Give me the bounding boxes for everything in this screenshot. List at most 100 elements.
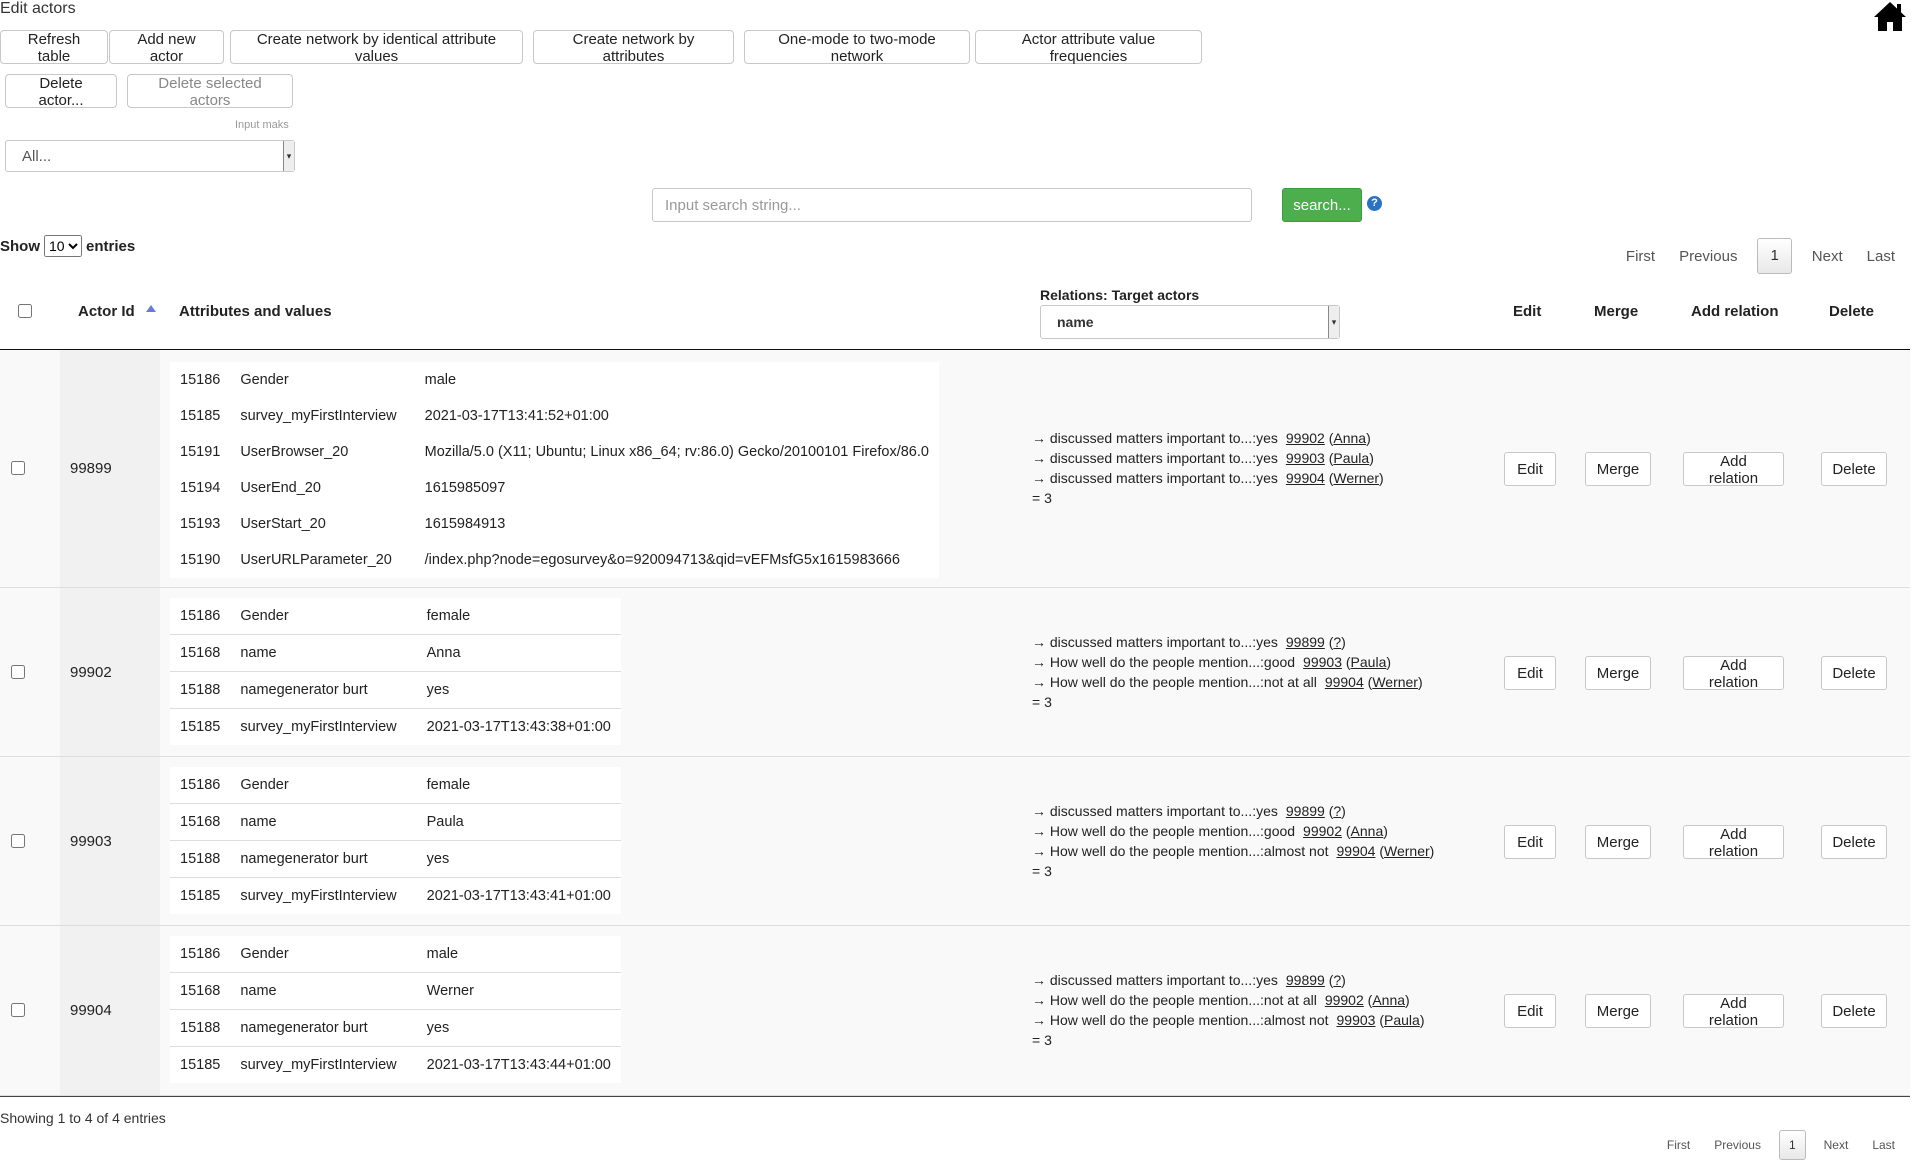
- pager-last[interactable]: Last: [1855, 248, 1907, 265]
- delete-button[interactable]: Delete: [1821, 825, 1887, 859]
- relation-target-id[interactable]: 99899: [1286, 803, 1325, 819]
- relation-target-name[interactable]: Werner: [1333, 470, 1379, 486]
- one-to-two-mode-button[interactable]: One-mode to two-mode network: [744, 30, 970, 65]
- relation-target-name[interactable]: Anna: [1351, 823, 1384, 839]
- edit-button[interactable]: Edit: [1504, 825, 1556, 859]
- attribute-table: 15186 Gender male 15168 name Werner 15188 nameg…: [170, 936, 621, 1083]
- add-relation-button[interactable]: Add relation: [1683, 994, 1784, 1029]
- delete-button[interactable]: Delete: [1821, 452, 1887, 486]
- header-add-relation: Add relation: [1691, 303, 1779, 320]
- attribute-name: Gender: [240, 372, 289, 388]
- row-select-checkbox[interactable]: [11, 665, 25, 679]
- attribute-id: 15185: [180, 408, 221, 424]
- table-row: 99899 15186 Gender male 15185 survey_myFirstI…: [0, 350, 1910, 588]
- pager-previous[interactable]: Previous: [1702, 1138, 1773, 1152]
- entries-per-page-select[interactable]: 10: [44, 235, 82, 257]
- relation-target-id[interactable]: 99904: [1325, 674, 1364, 690]
- relation-target-name[interactable]: ?: [1333, 803, 1341, 819]
- table-row: 99903 15186 Gender female 15168 name Paula 1518…: [0, 757, 1910, 926]
- relation-target-id[interactable]: 99904: [1286, 470, 1325, 486]
- select-all-checkbox[interactable]: [18, 304, 32, 318]
- relation-target-name[interactable]: Anna: [1333, 430, 1366, 446]
- delete-button[interactable]: Delete: [1821, 656, 1887, 690]
- attribute-name: survey_myFirstInterview: [240, 408, 397, 424]
- relations-attribute-select[interactable]: name ▾: [1040, 305, 1340, 339]
- pager-first[interactable]: First: [1655, 1138, 1702, 1152]
- relation-target-name[interactable]: Paula: [1351, 654, 1387, 670]
- relation-target-id[interactable]: 99903: [1337, 1012, 1376, 1028]
- relation-target-name[interactable]: Paula: [1333, 450, 1369, 466]
- add-relation-button[interactable]: Add relation: [1683, 452, 1784, 487]
- attribute-id: 15168: [170, 972, 231, 1010]
- relation-target-name[interactable]: ?: [1333, 972, 1341, 988]
- relation-total: = 3: [1032, 1032, 1052, 1048]
- pager-next[interactable]: Next: [1800, 248, 1855, 265]
- create-network-attributes-button[interactable]: Create network by attributes: [533, 30, 734, 65]
- attribute-row: 15188 namegenerator burt yes: [170, 671, 621, 709]
- pager-last[interactable]: Last: [1860, 1138, 1907, 1152]
- edit-button[interactable]: Edit: [1504, 656, 1556, 690]
- attribute-frequencies-button[interactable]: Actor attribute value frequencies: [975, 30, 1202, 65]
- relation-target-id[interactable]: 99903: [1303, 654, 1342, 670]
- attribute-id: 15185: [170, 877, 231, 914]
- header-actor-id[interactable]: Actor Id: [78, 303, 135, 320]
- pager-next[interactable]: Next: [1812, 1138, 1861, 1152]
- relation-target-id[interactable]: 99902: [1325, 992, 1364, 1008]
- home-icon[interactable]: [1873, 0, 1907, 32]
- relation-target-name[interactable]: Paula: [1384, 1012, 1420, 1028]
- edit-button[interactable]: Edit: [1504, 452, 1556, 486]
- add-relation-button[interactable]: Add relation: [1683, 825, 1784, 860]
- search-input[interactable]: [652, 188, 1252, 222]
- attribute-id: 15193: [180, 516, 221, 532]
- attribute-name: UserURLParameter_20: [240, 552, 392, 568]
- relation-target-id[interactable]: 99899: [1286, 972, 1325, 988]
- edit-button[interactable]: Edit: [1504, 994, 1556, 1028]
- attribute-row: 15194 UserEnd_20 1615985097: [170, 470, 939, 506]
- header-attributes[interactable]: Attributes and values: [179, 303, 332, 320]
- add-relation-button[interactable]: Add relation: [1683, 656, 1784, 691]
- merge-button[interactable]: Merge: [1585, 825, 1651, 859]
- delete-button[interactable]: Delete: [1821, 994, 1887, 1028]
- relations-list: → discussed matters important to...:yes 9…: [1032, 801, 1434, 881]
- relation-target-name[interactable]: ?: [1333, 634, 1341, 650]
- relation-target-name[interactable]: Werner: [1372, 674, 1418, 690]
- pager-first[interactable]: First: [1614, 248, 1667, 265]
- row-select-checkbox[interactable]: [11, 834, 25, 848]
- refresh-table-button[interactable]: Refresh table: [0, 30, 108, 65]
- attribute-name: UserEnd_20: [240, 480, 321, 496]
- pager-previous[interactable]: Previous: [1667, 248, 1749, 265]
- add-new-actor-button[interactable]: Add new actor: [109, 30, 224, 65]
- attribute-row: 15168 name Anna: [170, 634, 621, 672]
- attribute-id: 15186: [180, 372, 221, 388]
- create-network-identical-button[interactable]: Create network by identical attribute va…: [230, 30, 523, 65]
- merge-button[interactable]: Merge: [1585, 656, 1651, 690]
- pager-current[interactable]: 1: [1778, 1130, 1806, 1160]
- relation-target-id[interactable]: 99902: [1303, 823, 1342, 839]
- relation-target-name[interactable]: Werner: [1384, 843, 1430, 859]
- pagination-bottom: First Previous 1 Next Last: [1655, 1130, 1907, 1160]
- relation-target-id[interactable]: 99899: [1286, 634, 1325, 650]
- row-select-checkbox[interactable]: [11, 461, 25, 475]
- relation-target-id[interactable]: 99902: [1286, 430, 1325, 446]
- relation-target-id[interactable]: 99903: [1286, 450, 1325, 466]
- help-icon[interactable]: ?: [1367, 196, 1382, 211]
- merge-button[interactable]: Merge: [1585, 994, 1651, 1028]
- search-button[interactable]: search...: [1282, 188, 1362, 222]
- relation-target-id[interactable]: 99904: [1337, 843, 1376, 859]
- attribute-table: 15186 Gender female 15168 name Paula 15188 name…: [170, 767, 621, 914]
- merge-button[interactable]: Merge: [1585, 452, 1651, 486]
- row-select-checkbox[interactable]: [11, 1003, 25, 1017]
- relations-list: → discussed matters important to...:yes 9…: [1032, 428, 1384, 508]
- input-mask-select[interactable]: All... ▾: [5, 140, 295, 172]
- delete-selected-actors-button[interactable]: Delete selected actors: [127, 74, 293, 109]
- relation-item: → discussed matters important to...:yes 9…: [1032, 634, 1346, 650]
- attribute-row: 15185 survey_myFirstInterview 2021-03-17T1…: [170, 398, 939, 434]
- relation-label: → discussed matters important to...:yes: [1032, 634, 1278, 650]
- delete-actor-button[interactable]: Delete actor...: [5, 74, 117, 109]
- attribute-id: 15191: [180, 444, 221, 460]
- attribute-id: 15185: [170, 1046, 231, 1083]
- relation-target-name[interactable]: Anna: [1372, 992, 1405, 1008]
- relation-label: → How well do the people mention...:not …: [1032, 992, 1317, 1008]
- attribute-name: namegenerator burt: [230, 1009, 417, 1047]
- pager-current[interactable]: 1: [1757, 238, 1792, 274]
